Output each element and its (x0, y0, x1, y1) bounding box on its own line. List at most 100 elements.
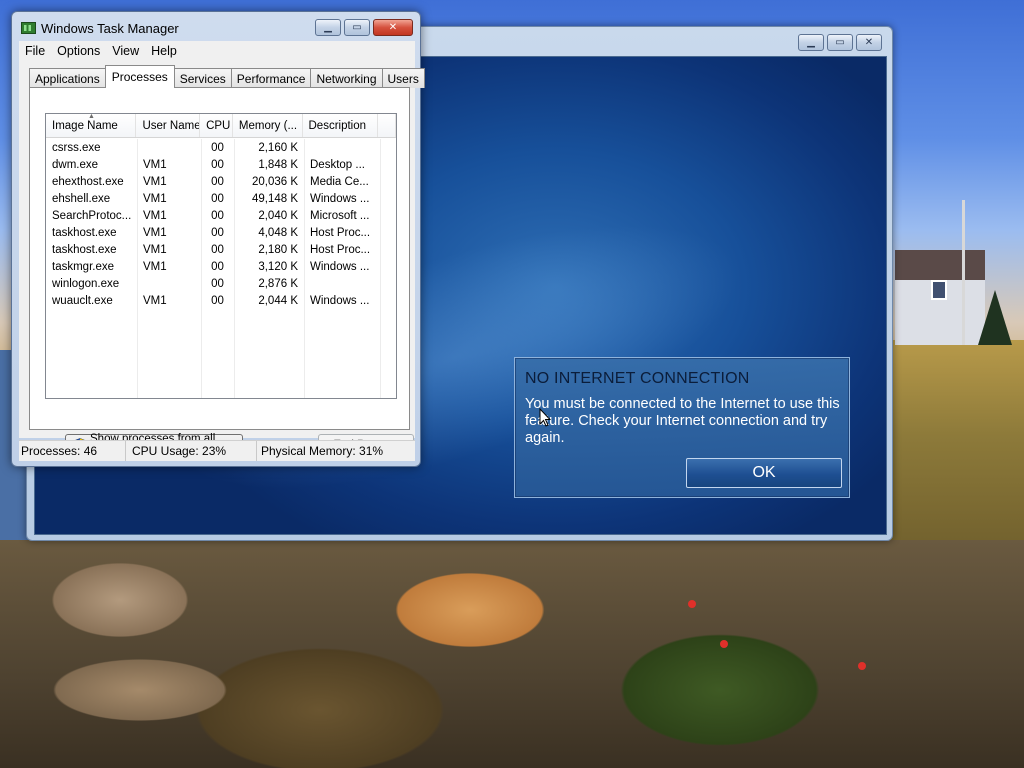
column-label: Description (308, 119, 367, 132)
menu-help[interactable]: Help (145, 44, 183, 58)
tab-services[interactable]: Services (173, 68, 232, 88)
column-cpu[interactable]: CPU (200, 114, 233, 137)
table-row[interactable]: csrss.exe 00 2,160 K (46, 139, 396, 156)
cell-image-name: csrss.exe (52, 141, 101, 154)
minimize-button[interactable]: ▁ (315, 19, 341, 36)
menu-file[interactable]: File (19, 44, 51, 58)
process-rows: csrss.exe 00 2,160 K dwm.exe VM1 00 1,848 K Des… (46, 139, 396, 398)
column-image-name[interactable]: ▲ Image Name (46, 114, 137, 137)
column-label: Memory (... (238, 119, 298, 132)
table-row[interactable]: taskhost.exe VM1 00 4,048 K Host Proc... (46, 224, 396, 241)
column-gridline (137, 139, 138, 398)
window-title: Windows Task Manager (41, 21, 179, 36)
cell-cpu: 00 (211, 226, 224, 239)
table-row[interactable]: ehshell.exe VM1 00 49,148 K Windows ... (46, 190, 396, 207)
column-label: Image Name (52, 119, 118, 132)
cell-cpu: 00 (211, 192, 224, 205)
table-row[interactable]: winlogon.exe 00 2,876 K (46, 275, 396, 292)
cell-cpu: 00 (211, 158, 224, 171)
cell-image-name: ehexthost.exe (52, 175, 124, 188)
dialog-title: NO INTERNET CONNECTION (525, 370, 750, 387)
process-list-header: ▲ Image Name User Name CPU Memory (... D… (46, 114, 396, 138)
wallpaper-flower (688, 600, 696, 608)
column-label: User Name (142, 119, 201, 132)
tab-processes[interactable]: Processes (104, 65, 175, 88)
column-description[interactable]: Description (303, 114, 379, 137)
cell-memory: 2,180 K (258, 243, 298, 256)
cell-image-name: wuauclt.exe (52, 294, 113, 307)
close-button[interactable]: ✕ (856, 34, 882, 51)
maximize-icon: ▭ (352, 21, 362, 33)
task-manager-titlebar[interactable]: Windows Task Manager ▁ ▭ ✕ (12, 12, 420, 40)
sort-ascending-icon: ▲ (88, 114, 95, 120)
cell-description: Host Proc... (310, 243, 371, 256)
cell-description: Windows ... (310, 260, 370, 273)
menu-view[interactable]: View (106, 44, 145, 58)
cell-memory: 49,148 K (251, 192, 298, 205)
cell-description: Media Ce... (310, 175, 369, 188)
close-button[interactable]: ✕ (373, 19, 413, 36)
table-row[interactable]: dwm.exe VM1 00 1,848 K Desktop ... (46, 156, 396, 173)
cell-image-name: ehshell.exe (52, 192, 111, 205)
cell-memory: 4,048 K (258, 226, 298, 239)
minimize-button[interactable]: ▁ (798, 34, 824, 51)
cell-cpu: 00 (211, 294, 224, 307)
maximize-button[interactable]: ▭ (344, 19, 370, 36)
cell-user-name: VM1 (143, 209, 167, 222)
ok-button[interactable]: OK (686, 458, 842, 488)
cell-memory: 2,044 K (258, 294, 298, 307)
wallpaper-tree (978, 290, 1012, 345)
column-memory[interactable]: Memory (... (233, 114, 303, 137)
cell-memory: 3,120 K (258, 260, 298, 273)
table-row[interactable]: taskhost.exe VM1 00 2,180 K Host Proc... (46, 241, 396, 258)
menu-bar: File Options View Help (19, 41, 415, 61)
column-filler (378, 114, 396, 137)
no-internet-dialog: NO INTERNET CONNECTION You must be conne… (514, 357, 850, 498)
table-row[interactable]: wuauclt.exe VM1 00 2,044 K Windows ... (46, 292, 396, 309)
task-manager-app-icon (21, 22, 36, 34)
maximize-button[interactable]: ▭ (827, 34, 853, 51)
column-gridline (234, 139, 235, 398)
cell-image-name: dwm.exe (52, 158, 99, 171)
cell-description: Windows ... (310, 294, 370, 307)
cell-memory: 20,036 K (251, 175, 298, 188)
task-manager-window[interactable]: Windows Task Manager ▁ ▭ ✕ File Options … (11, 11, 425, 467)
minimize-icon: ▁ (324, 21, 332, 33)
tab-networking[interactable]: Networking (310, 68, 383, 88)
column-gridline (304, 139, 305, 398)
cell-image-name: taskmgr.exe (52, 260, 114, 273)
maximize-icon: ▭ (835, 36, 845, 48)
cell-user-name: VM1 (143, 158, 167, 171)
status-cpu-usage: CPU Usage: 23% (126, 441, 257, 461)
task-manager-body: Applications Processes Services Performa… (19, 61, 425, 457)
cell-image-name: SearchProtoc... (52, 209, 132, 222)
cell-memory: 1,848 K (258, 158, 298, 171)
window-caption-buttons: ▁ ▭ ✕ (798, 34, 882, 51)
cell-user-name: VM1 (143, 243, 167, 256)
wallpaper-flower (858, 662, 866, 670)
process-list[interactable]: ▲ Image Name User Name CPU Memory (... D… (45, 113, 397, 399)
tab-performance[interactable]: Performance (230, 68, 312, 88)
cell-cpu: 00 (211, 260, 224, 273)
tab-strip: Applications Processes Services Performa… (29, 65, 425, 88)
cell-description: Microsoft ... (310, 209, 370, 222)
processes-tab-panel: ▲ Image Name User Name CPU Memory (... D… (29, 87, 414, 457)
cell-user-name: VM1 (143, 192, 167, 205)
cell-user-name: VM1 (143, 294, 167, 307)
menu-options[interactable]: Options (51, 44, 106, 58)
table-row[interactable]: ehexthost.exe VM1 00 20,036 K Media Ce... (46, 173, 396, 190)
column-user-name[interactable]: User Name (136, 114, 201, 137)
cell-cpu: 00 (211, 243, 224, 256)
cell-description: Host Proc... (310, 226, 371, 239)
cell-cpu: 00 (211, 209, 224, 222)
cell-image-name: taskhost.exe (52, 226, 117, 239)
table-row[interactable]: SearchProtoc... VM1 00 2,040 K Microsoft ... (46, 207, 396, 224)
close-icon: ✕ (388, 21, 398, 33)
window-caption-buttons: ▁ ▭ ✕ (315, 19, 413, 36)
dialog-message: You must be connected to the Internet to… (525, 396, 840, 446)
tab-users[interactable]: Users (381, 68, 425, 88)
table-row[interactable]: taskmgr.exe VM1 00 3,120 K Windows ... (46, 258, 396, 275)
tab-applications[interactable]: Applications (29, 68, 106, 88)
cell-image-name: taskhost.exe (52, 243, 117, 256)
close-icon: ✕ (864, 36, 874, 48)
